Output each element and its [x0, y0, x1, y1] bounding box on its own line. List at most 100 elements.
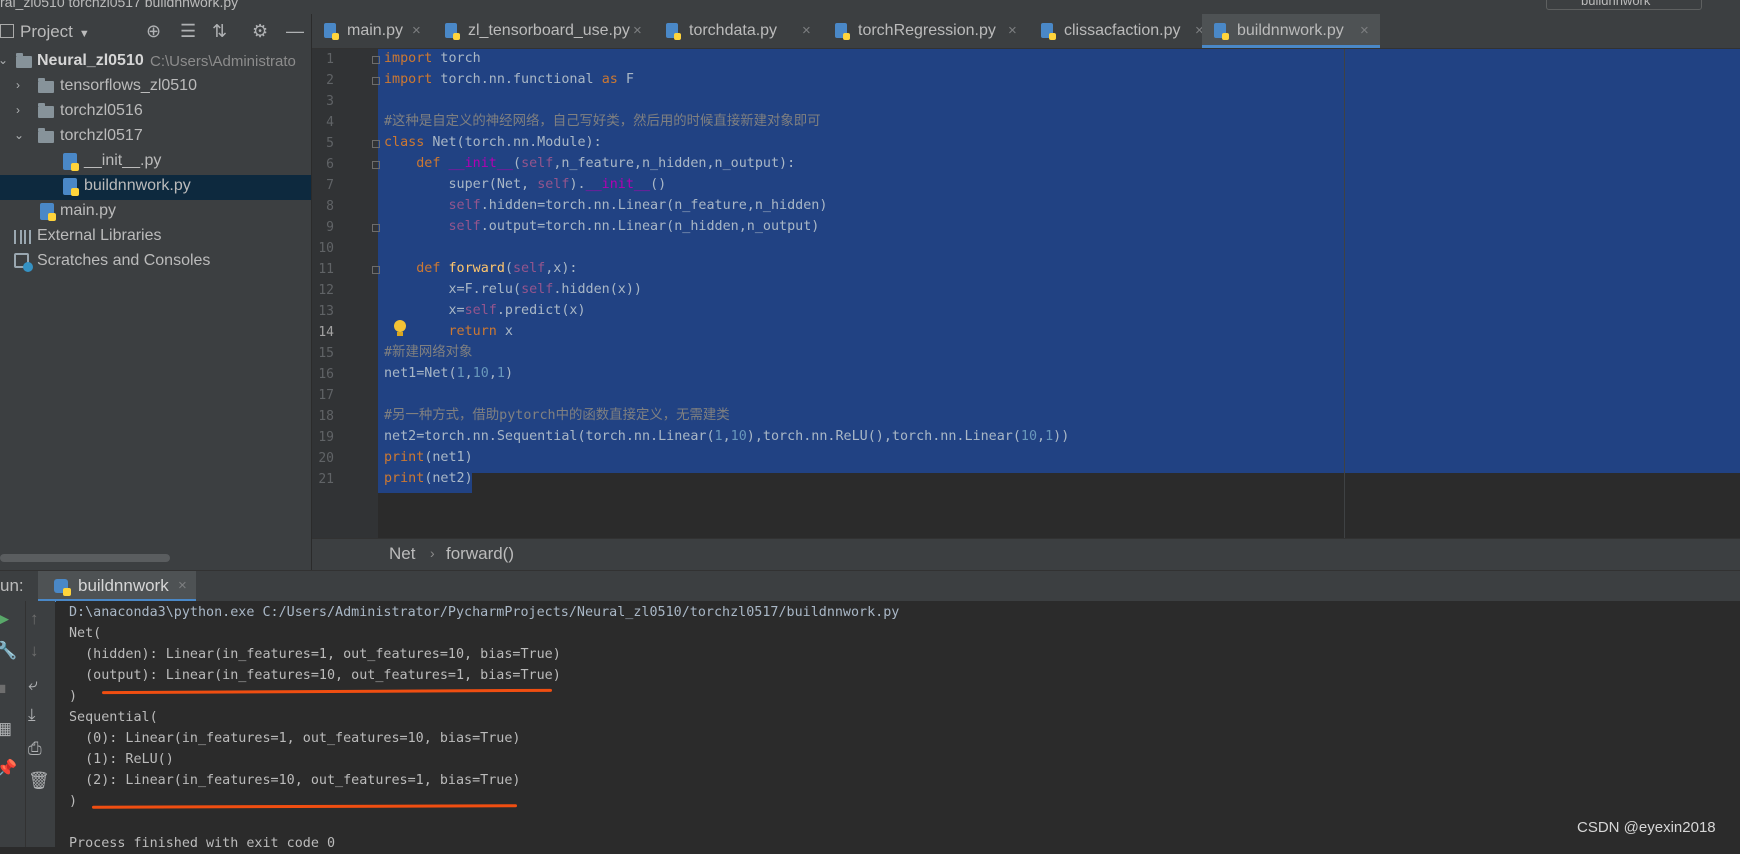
gear-icon[interactable]: ⚙ — [252, 21, 268, 42]
code-line: net1=Net(1,10,1) — [384, 364, 513, 384]
fold-marker-icon[interactable] — [372, 140, 380, 148]
code-token: () — [650, 177, 667, 192]
stop-icon[interactable]: ■ — [0, 679, 6, 699]
code-token: 10 — [472, 366, 489, 381]
wrench-icon[interactable]: 🔧 — [0, 641, 17, 661]
close-icon[interactable]: × — [412, 22, 421, 39]
scroll-to-end-icon[interactable]: ⤓ — [28, 705, 36, 725]
tree-item-neural-zl0510[interactable]: ⌄ Neural_zl0510 C:\Users\Administrato — [0, 50, 311, 75]
close-icon[interactable]: × — [633, 22, 642, 39]
tree-item-torchzl0516[interactable]: › torchzl0516 — [0, 100, 311, 125]
tree-item-init-py[interactable]: __init__.py — [0, 150, 311, 175]
tree-item-scratches[interactable]: Scratches and Consoles — [0, 250, 311, 275]
tab-main-py[interactable]: main.py × — [312, 14, 432, 48]
code-token: 1 — [496, 366, 505, 381]
tab-torchregression-py[interactable]: torchRegression.py × — [823, 14, 1028, 48]
line-number: 12 — [318, 283, 334, 298]
print-icon[interactable]: ⎙ — [28, 739, 42, 759]
tab-zl-tensorboard-use-py[interactable]: zl_tensorboard_use.py × — [433, 14, 653, 48]
layout-icon[interactable]: ▦ — [0, 719, 12, 739]
code-token: class — [384, 135, 425, 150]
code-token: print — [384, 450, 425, 465]
tree-item-buildnnwork-py[interactable]: buildnnwork.py — [0, 175, 311, 200]
tab-torchdata-py[interactable]: torchdata.py × — [654, 14, 822, 48]
folder-icon — [38, 128, 54, 143]
scroll-up-icon[interactable]: ↑ — [30, 609, 39, 629]
chevron-down-icon[interactable]: ⌄ — [14, 128, 24, 142]
fold-marker-icon[interactable] — [372, 77, 380, 85]
collapse-all-icon[interactable]: ⇅ — [212, 21, 227, 42]
console-line: Net( — [69, 626, 102, 641]
code-line: print(net2) — [384, 469, 473, 489]
tree-item-main-py[interactable]: main.py — [0, 200, 311, 225]
chevron-right-icon[interactable]: › — [16, 78, 20, 92]
tree-item-external-libraries[interactable]: External Libraries — [0, 225, 311, 250]
line-number: 13 — [318, 304, 334, 319]
tab-label: clissacfaction.py — [1064, 22, 1181, 39]
scroll-down-icon[interactable]: ↓ — [30, 641, 39, 661]
run-tab-buildnnwork[interactable]: buildnnwork × — [38, 571, 196, 602]
code-token: print — [384, 471, 425, 486]
trash-icon[interactable]: 🗑 — [28, 771, 50, 791]
breadcrumb-item-net[interactable]: Net — [389, 544, 415, 564]
python-file-icon — [1214, 23, 1229, 40]
soft-wrap-icon[interactable]: ⤶ — [28, 675, 38, 695]
tree-item-torchzl0517[interactable]: ⌄ torchzl0517 — [0, 125, 311, 150]
pin-icon[interactable]: 📌 — [0, 759, 17, 779]
tree-item-tensorflows-zl0510[interactable]: › tensorflows_zl0510 — [0, 75, 311, 100]
code-token: __init__ — [448, 156, 514, 171]
code-token: , — [464, 366, 473, 381]
chevron-down-icon: ▼ — [78, 28, 90, 40]
line-number: 5 — [326, 136, 334, 151]
scratches-icon — [14, 253, 33, 272]
close-icon[interactable]: × — [1008, 22, 1017, 39]
run-console[interactable] — [56, 601, 1740, 847]
breadcrumb-item-forward[interactable]: forward() — [446, 544, 514, 564]
fold-marker-icon[interactable] — [372, 224, 380, 232]
code-token: 10 — [1020, 429, 1038, 444]
code-token: ),torch.nn.ReLU(),torch.nn.Linear( — [746, 429, 1021, 444]
tree-item-label: __init__.py — [84, 152, 162, 169]
horizontal-scrollbar[interactable] — [0, 554, 170, 562]
chevron-right-icon[interactable]: › — [16, 103, 20, 117]
code-token: , — [488, 366, 497, 381]
line-number: 1 — [326, 52, 334, 67]
tree-item-label: buildnnwork.py — [84, 177, 191, 194]
tree-item-label: torchzl0517 — [60, 127, 143, 144]
code-token: )) — [1053, 429, 1070, 444]
code-token: .predict(x) — [496, 303, 586, 318]
code-token: self — [448, 198, 481, 213]
tab-clissacfaction-py[interactable]: clissacfaction.py × — [1029, 14, 1215, 48]
line-number: 11 — [318, 262, 334, 277]
chevron-down-icon[interactable]: ⌄ — [0, 53, 8, 67]
rerun-icon[interactable]: ▶ — [0, 609, 9, 629]
run-configuration-select[interactable]: buildnnwork — [1546, 0, 1702, 10]
code-token: def — [416, 156, 441, 171]
close-icon[interactable]: × — [802, 22, 811, 39]
code-token: , — [1037, 429, 1046, 444]
code-token: as — [601, 72, 618, 87]
fold-marker-icon[interactable] — [372, 56, 380, 64]
code-token: import — [384, 72, 433, 87]
hide-icon[interactable]: — — [286, 21, 304, 42]
fold-marker-icon[interactable] — [372, 266, 380, 274]
close-icon[interactable]: × — [1360, 22, 1369, 39]
tree-item-label: main.py — [60, 202, 117, 219]
code-comment: #新建网络对象 — [384, 345, 473, 360]
tab-buildnnwork-py[interactable]: buildnnwork.py × — [1202, 14, 1380, 48]
fold-marker-icon[interactable] — [372, 161, 380, 169]
tab-label: torchRegression.py — [858, 22, 996, 39]
project-view-selector[interactable]: Project ▼ — [0, 22, 90, 42]
code-token: ,x): — [545, 261, 578, 276]
navigation-breadcrumb[interactable]: ral_zl0510 torchzl0517 buildnnwork.py — [0, 0, 238, 10]
locate-icon[interactable]: ⊕ — [146, 21, 161, 42]
expand-all-icon[interactable]: ☰ — [180, 21, 196, 42]
close-icon[interactable]: × — [178, 577, 187, 594]
code-token: 10 — [730, 429, 747, 444]
right-margin-guide — [1344, 49, 1345, 538]
tree-item-label: External Libraries — [37, 227, 162, 244]
code-line: print(net1) — [384, 448, 473, 468]
